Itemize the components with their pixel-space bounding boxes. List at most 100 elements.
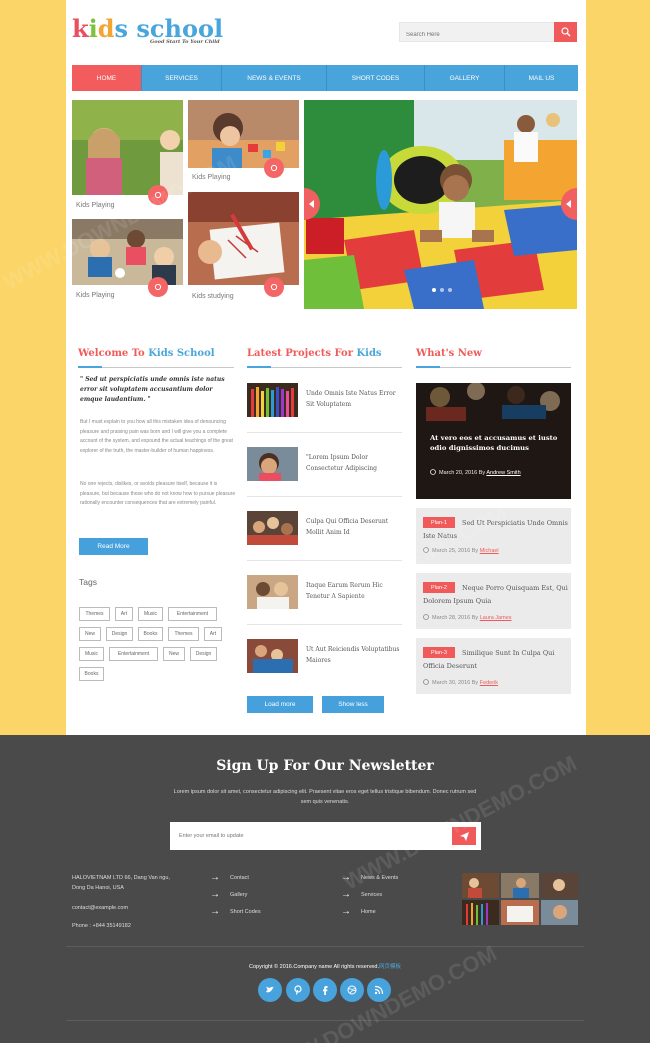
- gallery-tile[interactable]: Kids studying: [188, 192, 299, 305]
- slider-dots: [432, 288, 452, 292]
- footer-link-services[interactable]: → Services: [341, 890, 382, 900]
- social-dribbble-button[interactable]: [340, 978, 364, 1002]
- whats-new-title: What's New: [416, 348, 482, 359]
- social-pinterest-button[interactable]: [286, 978, 310, 1002]
- tile-link-button[interactable]: [148, 277, 168, 297]
- gallery-tile[interactable]: Kids Playing: [72, 219, 183, 305]
- footer-link-contact[interactable]: → Contact: [210, 873, 249, 883]
- gallery-tile[interactable]: Kids Playing: [188, 100, 299, 190]
- welcome-paragraph: But I must explain to you how all this m…: [80, 419, 233, 454]
- arrow-right-icon: →: [210, 906, 220, 917]
- tag[interactable]: Music: [138, 607, 163, 621]
- tile-link-button[interactable]: [148, 185, 168, 205]
- link-icon: [270, 283, 278, 291]
- social-twitter-button[interactable]: [258, 978, 282, 1002]
- tag[interactable]: Design: [190, 647, 217, 661]
- tag[interactable]: Design: [106, 627, 133, 641]
- show-less-button[interactable]: Show less: [322, 696, 384, 713]
- footer-link-short-codes[interactable]: → Short Codes: [210, 906, 261, 917]
- nav-short-codes[interactable]: SHORT CODES: [327, 65, 425, 91]
- featured-news[interactable]: At vero eos et accusamus et iusto odio d…: [416, 383, 571, 499]
- rss-icon: [374, 985, 384, 995]
- tile-photo: [188, 192, 299, 285]
- newsletter-description: Lorem ipsum dolor sit amet, consectetur …: [173, 789, 477, 805]
- slider-dot[interactable]: [448, 288, 452, 292]
- plan-badge: Plan-1: [423, 517, 455, 528]
- tag[interactable]: Art: [204, 627, 222, 641]
- featured-title: At vero eos et accusamus et iusto odio d…: [430, 434, 558, 452]
- twitter-icon: [266, 986, 274, 993]
- welcome-quote: " Sed ut perspiciatis unde omnis iste na…: [80, 376, 225, 403]
- footer-link-home[interactable]: → Home: [341, 906, 376, 917]
- news-item[interactable]: Similique Sunt In Culpa Qui Officia Dese…: [416, 638, 571, 694]
- slider-dot[interactable]: [440, 288, 444, 292]
- tag[interactable]: Books: [138, 627, 163, 641]
- tag[interactable]: Books: [79, 667, 104, 681]
- newsletter-email-input[interactable]: [170, 822, 440, 850]
- hero-slider[interactable]: [304, 100, 577, 309]
- tag[interactable]: Entertainment: [168, 607, 217, 621]
- footer-link-gallery[interactable]: → Gallery: [210, 889, 247, 900]
- nav-services[interactable]: SERVICES: [142, 65, 222, 91]
- divider: [247, 496, 402, 497]
- project-title: Itaque Earum Rerum Hic Tenetur A Sapient…: [306, 582, 383, 600]
- nav-mail-us[interactable]: MAIL US: [505, 65, 578, 91]
- arrow-right-icon: →: [341, 872, 351, 883]
- search-button[interactable]: [554, 22, 577, 42]
- slider-dot[interactable]: [432, 288, 436, 292]
- news-item[interactable]: Sed Ut Perspiciatis Unde Omnis Iste Natu…: [416, 508, 571, 564]
- footer-email[interactable]: contact@example.com: [72, 903, 128, 913]
- pinterest-icon: [294, 985, 302, 995]
- read-more-button[interactable]: Read More: [79, 538, 148, 555]
- main-nav: HOME SERVICES NEWS & EVENTS SHORT CODES …: [72, 65, 578, 91]
- news-item[interactable]: Neque Porro Quisquam Est, Qui Dolorem Ip…: [416, 573, 571, 629]
- nav-home[interactable]: HOME: [72, 65, 142, 91]
- footer-gallery-thumb[interactable]: [462, 900, 500, 925]
- footer-gallery-thumb[interactable]: [462, 873, 500, 898]
- footer-address: HALOVIETNAM LTD 66, Dang Van ngu, Dong Da…: [72, 875, 170, 891]
- tile-caption: Kids Playing: [192, 174, 231, 181]
- arrow-right-icon: →: [341, 906, 351, 917]
- tile-link-button[interactable]: [264, 158, 284, 178]
- project-thumb: [247, 447, 298, 481]
- news-meta: March 30, 2016 By Federik: [423, 679, 498, 686]
- newsletter-submit-button[interactable]: [452, 827, 476, 845]
- footer-gallery-thumb[interactable]: [501, 900, 539, 925]
- footer-gallery-thumb[interactable]: [501, 873, 539, 898]
- tile-caption: Kids Playing: [76, 292, 115, 299]
- tile-caption: Kids studying: [192, 293, 234, 300]
- arrow-right-icon: →: [210, 889, 220, 900]
- tile-link-button[interactable]: [264, 277, 284, 297]
- project-thumb: [247, 511, 298, 545]
- tile-photo: [72, 100, 183, 195]
- divider: [247, 560, 402, 561]
- gallery-tile[interactable]: Kids Playing: [72, 100, 183, 217]
- load-more-button[interactable]: Load more: [247, 696, 313, 713]
- tag[interactable]: Entertainment: [109, 647, 158, 661]
- tag[interactable]: Music: [79, 647, 104, 661]
- news-meta: March 25, 2016 By Michael: [423, 547, 499, 554]
- social-facebook-button[interactable]: [313, 978, 337, 1002]
- project-thumb: [247, 383, 298, 417]
- social-rss-button[interactable]: [367, 978, 391, 1002]
- dribbble-icon: [347, 985, 357, 995]
- footer-gallery-thumb[interactable]: [540, 873, 578, 898]
- tile-photo: [188, 100, 299, 168]
- tag[interactable]: Art: [115, 607, 133, 621]
- nav-news-events[interactable]: NEWS & EVENTS: [222, 65, 327, 91]
- nav-gallery[interactable]: GALLERY: [425, 65, 505, 91]
- tag[interactable]: Themes: [79, 607, 110, 621]
- tag[interactable]: Themes: [168, 627, 199, 641]
- project-thumb: [247, 575, 298, 609]
- divider: [247, 432, 402, 433]
- link-icon: [154, 283, 162, 291]
- project-title: Unde Omnis Iste Natus Error Sit Voluptat…: [306, 390, 396, 408]
- footer-gallery-thumb[interactable]: [540, 900, 578, 925]
- plan-badge: Plan-2: [423, 582, 455, 593]
- tag[interactable]: New: [79, 627, 101, 641]
- footer-link-news-events[interactable]: → News & Events: [341, 872, 398, 883]
- search-box: [399, 22, 577, 44]
- search-input[interactable]: [400, 26, 552, 44]
- tag[interactable]: New: [163, 647, 185, 661]
- project-title: "Lorem Ipsum Dolor Consectetur Adipiscin…: [306, 454, 377, 472]
